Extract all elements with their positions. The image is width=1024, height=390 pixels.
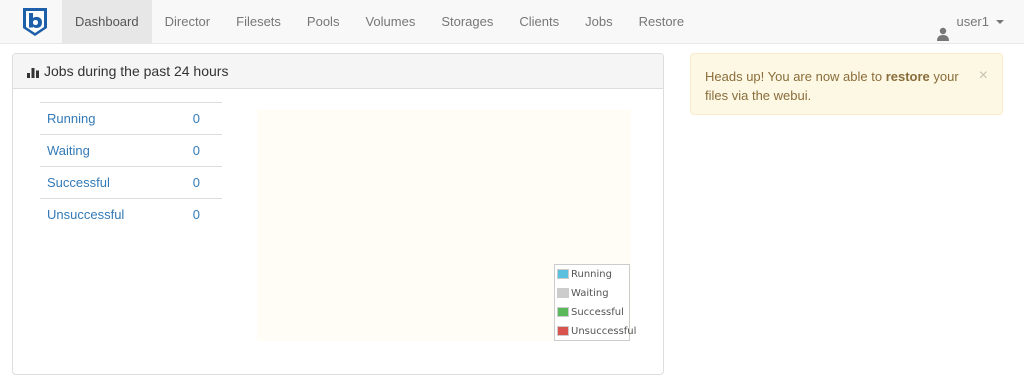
nav-storages[interactable]: Storages bbox=[428, 0, 506, 44]
close-icon[interactable]: × bbox=[979, 66, 988, 85]
navbar: Dashboard Director Filesets Pools Volume… bbox=[0, 0, 1024, 44]
stat-label-unsuccessful[interactable]: Unsuccessful bbox=[47, 207, 124, 222]
stat-row-running: Running 0 bbox=[40, 102, 222, 134]
stat-value-waiting: 0 bbox=[192, 143, 200, 158]
nav-clients[interactable]: Clients bbox=[506, 0, 572, 44]
chart-legend: Running Waiting Successful Unsuccessful bbox=[554, 264, 636, 341]
legend-item-running: Running bbox=[557, 267, 612, 281]
panel-title: Jobs during the past 24 hours bbox=[44, 63, 229, 79]
alert-text-prefix: Heads up! You are now able to bbox=[705, 69, 886, 84]
legend-item-unsuccessful: Unsuccessful bbox=[557, 324, 636, 338]
legend-label-unsuccessful: Unsuccessful bbox=[571, 325, 637, 337]
legend-label-waiting: Waiting bbox=[571, 287, 609, 299]
user-icon bbox=[936, 15, 950, 41]
nav-filesets[interactable]: Filesets bbox=[223, 0, 294, 44]
bar-chart-icon bbox=[27, 65, 39, 78]
stat-value-successful: 0 bbox=[192, 175, 200, 190]
legend-item-successful: Successful bbox=[557, 305, 624, 319]
stat-value-running: 0 bbox=[192, 111, 200, 126]
chevron-down-icon bbox=[996, 20, 1004, 24]
nav-pools[interactable]: Pools bbox=[294, 0, 353, 44]
stat-row-unsuccessful: Unsuccessful 0 bbox=[40, 198, 222, 230]
legend-swatch-unsuccessful bbox=[557, 326, 569, 336]
legend-swatch-waiting bbox=[557, 288, 569, 298]
main-nav: Dashboard Director Filesets Pools Volume… bbox=[62, 0, 697, 44]
user-name: user1 bbox=[956, 14, 989, 29]
nav-director[interactable]: Director bbox=[152, 0, 224, 44]
job-stats-table: Running 0 Waiting 0 Successful 0 Unsucce… bbox=[40, 102, 222, 230]
stat-label-successful[interactable]: Successful bbox=[47, 175, 110, 190]
nav-restore[interactable]: Restore bbox=[626, 0, 698, 44]
stat-row-successful: Successful 0 bbox=[40, 166, 222, 198]
legend-swatch-successful bbox=[557, 307, 569, 317]
nav-jobs[interactable]: Jobs bbox=[572, 0, 625, 44]
nav-dashboard[interactable]: Dashboard bbox=[62, 0, 152, 44]
bareos-logo-icon[interactable] bbox=[20, 6, 50, 38]
stat-label-running[interactable]: Running bbox=[47, 111, 95, 126]
panel-heading: Jobs during the past 24 hours bbox=[13, 54, 663, 89]
alert-text-bold: restore bbox=[885, 69, 930, 84]
restore-alert: Heads up! You are now able to restore yo… bbox=[690, 53, 1003, 115]
nav-volumes[interactable]: Volumes bbox=[352, 0, 428, 44]
legend-label-running: Running bbox=[571, 268, 612, 280]
user-menu[interactable]: user1 bbox=[936, 0, 1004, 44]
legend-item-waiting: Waiting bbox=[557, 286, 609, 300]
stat-value-unsuccessful: 0 bbox=[192, 207, 200, 222]
jobs-pie-chart: Running Waiting Successful Unsuccessful bbox=[257, 109, 636, 341]
jobs-panel: Jobs during the past 24 hours Running 0 … bbox=[12, 53, 664, 375]
legend-swatch-running bbox=[557, 269, 569, 279]
legend-label-successful: Successful bbox=[571, 306, 624, 318]
stat-label-waiting[interactable]: Waiting bbox=[47, 143, 90, 158]
stat-row-waiting: Waiting 0 bbox=[40, 134, 222, 166]
